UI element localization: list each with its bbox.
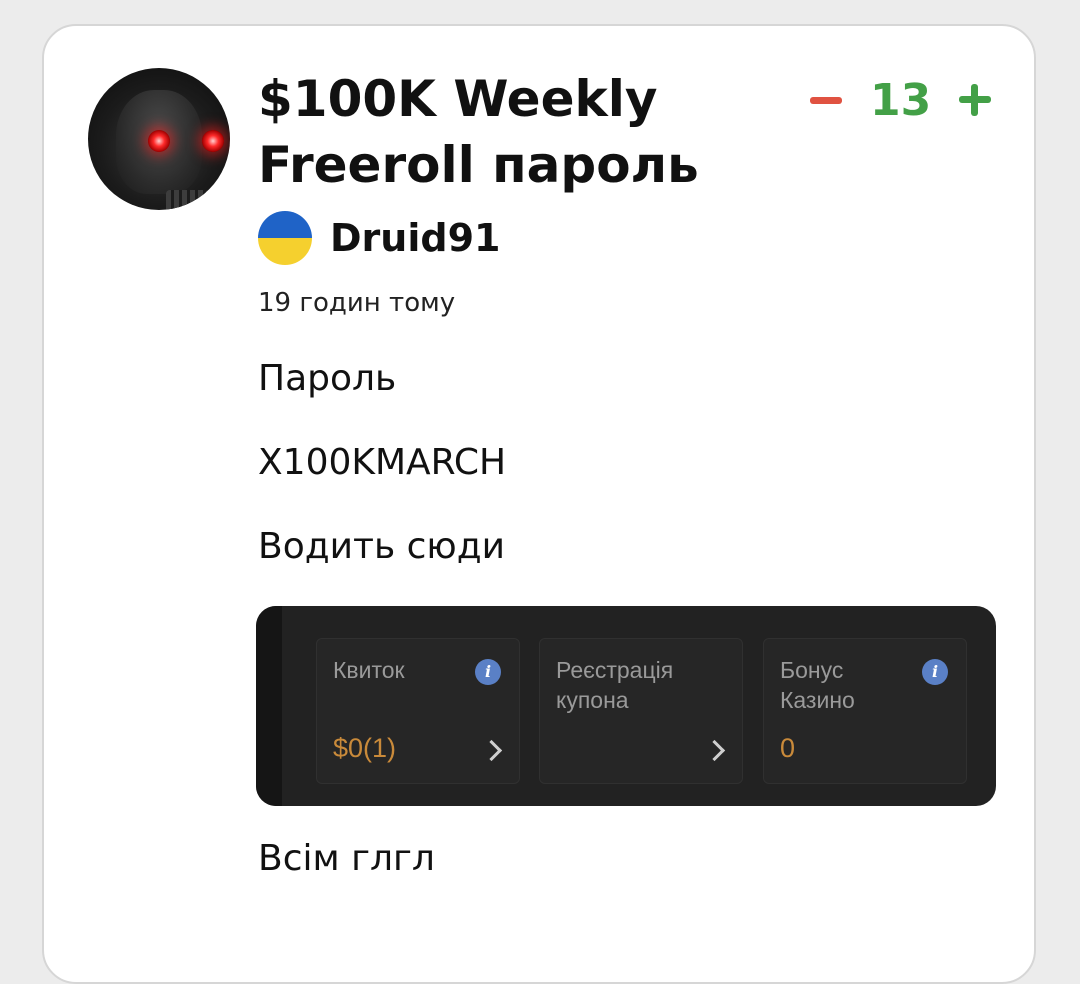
tile-label: Квиток — [333, 657, 405, 683]
ukraine-flag-icon — [258, 211, 312, 265]
coupon-registration-tile[interactable]: Реєстрація купона — [539, 638, 743, 784]
tile-value: $0(1) — [333, 733, 397, 763]
casino-bonus-tile[interactable]: Бонус Казино i 0 — [763, 638, 967, 784]
body-line: Пароль — [258, 358, 397, 399]
chevron-right-icon — [480, 739, 503, 762]
author-row: Druid91 — [258, 208, 500, 268]
tile-label: Бонус Казино — [780, 657, 855, 713]
chevron-right-icon — [703, 739, 726, 762]
author-avatar[interactable] — [88, 68, 230, 210]
info-icon[interactable]: i — [922, 659, 948, 685]
vote-control: 13 — [810, 68, 992, 132]
tile-value: 0 — [780, 733, 796, 763]
body-line: Водить сюди — [258, 526, 506, 567]
tile-label: Реєстрація купона — [556, 657, 674, 713]
info-icon[interactable]: i — [475, 659, 501, 685]
ticket-tile[interactable]: Квиток i $0(1) — [316, 638, 520, 784]
password-text: X100KMARCH — [258, 442, 507, 483]
body-line: Всім глгл — [258, 838, 435, 879]
embed-side-strip — [256, 606, 282, 806]
post-card: $100K Weekly Freeroll пароль 13 Druid91 … — [42, 24, 1036, 984]
skull-avatar-image — [116, 90, 224, 210]
glowing-eye-left — [148, 130, 170, 152]
skull-teeth — [166, 190, 208, 210]
plus-icon[interactable] — [959, 84, 992, 116]
vote-count: 13 — [870, 74, 932, 126]
author-name[interactable]: Druid91 — [330, 216, 500, 260]
glowing-eye-right — [202, 130, 224, 152]
post-title[interactable]: $100K Weekly Freeroll пароль — [258, 66, 798, 198]
embedded-screenshot: Квиток i $0(1) Реєстрація купона Бонус К… — [256, 606, 996, 806]
post-timestamp: 19 годин тому — [258, 288, 456, 318]
minus-icon[interactable] — [810, 96, 842, 104]
